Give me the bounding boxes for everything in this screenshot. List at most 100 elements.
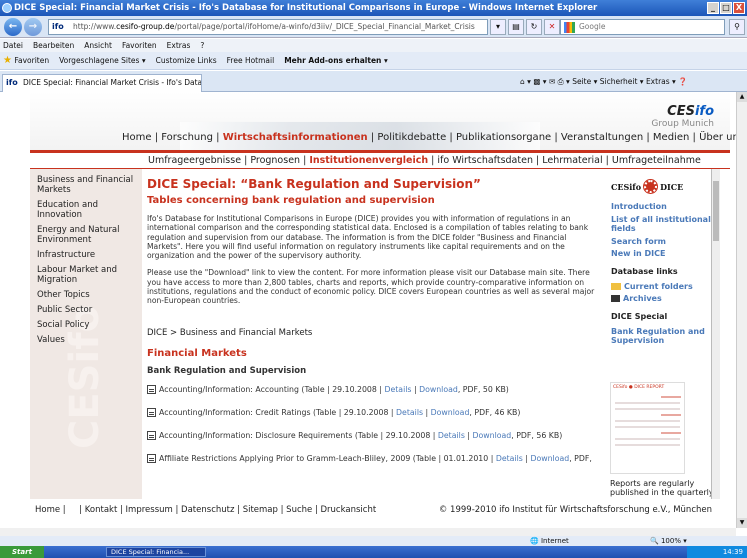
download-link[interactable]: Download <box>419 385 458 394</box>
dice-logo-right: DICE <box>660 181 684 192</box>
help-icon[interactable]: ❓ <box>678 77 687 86</box>
home-icon[interactable]: ⌂ <box>520 77 525 86</box>
link-introduction[interactable]: Introduction <box>611 202 711 212</box>
nav-veranstaltungen[interactable]: Veranstaltungen <box>561 132 643 143</box>
mail-icon[interactable]: ✉ <box>549 77 555 86</box>
cesifo-logo[interactable]: CESifo Group Munich <box>651 104 714 129</box>
scroll-thumb[interactable] <box>713 181 719 241</box>
details-link[interactable]: Details <box>496 454 523 463</box>
main-content: DICE Special: “Bank Regulation and Super… <box>147 177 595 499</box>
scroll-down-icon[interactable]: ▼ <box>737 518 747 528</box>
fav-customize[interactable]: Customize Links <box>156 52 217 69</box>
refresh-icon[interactable]: ↻ <box>526 19 542 35</box>
archive-icon <box>611 295 620 302</box>
sidebar-item-business[interactable]: Business and Financial Markets <box>37 175 137 195</box>
scroll-up-icon[interactable]: ▲ <box>737 92 747 102</box>
sidebar-item-social[interactable]: Social Policy <box>37 320 137 330</box>
subnav-prognosen[interactable]: Prognosen <box>250 155 300 166</box>
maximize-button[interactable]: □ <box>720 2 732 14</box>
menu-datei[interactable]: Datei <box>3 39 23 52</box>
link-current-folders[interactable]: Current folders <box>611 282 711 292</box>
frame-scrollbar[interactable] <box>711 169 720 499</box>
feed-icon[interactable]: ▩ <box>533 77 540 86</box>
page-scrollbar[interactable]: ▲ ▼ <box>736 92 747 528</box>
link-archives[interactable]: Archives <box>611 294 711 304</box>
dice-special-title: DICE Special <box>611 311 668 321</box>
subnav-wirtschaftsdaten[interactable]: ifo Wirtschaftsdaten <box>437 155 533 166</box>
list-item: Affiliate Restrictions Applying Prior to… <box>147 453 595 463</box>
details-link[interactable]: Details <box>384 385 411 394</box>
address-tools: ▾ ▤ ↻ ✕ <box>490 19 560 35</box>
table-icon <box>147 384 156 394</box>
nav-forschung[interactable]: Forschung <box>161 132 213 143</box>
sidebar-item-other[interactable]: Other Topics <box>37 290 137 300</box>
link-search-form[interactable]: Search form <box>611 237 711 247</box>
nav-home[interactable]: Home <box>122 132 152 143</box>
download-link[interactable]: Download <box>530 454 569 463</box>
subnav-umfrageergebnisse[interactable]: Umfrageergebnisse <box>148 155 241 166</box>
start-button[interactable]: Start <box>0 546 44 558</box>
cover-line <box>615 438 680 440</box>
table-icon <box>147 430 156 440</box>
fav-suggested[interactable]: Vorgeschlagene Sites ▾ <box>59 52 146 69</box>
internet-zone: 🌐 Internet <box>530 537 569 545</box>
subnav-lehrmaterial[interactable]: Lehrmaterial <box>542 155 602 166</box>
tab-label: DICE Special: Financial Market Crisis - … <box>23 78 202 87</box>
menu-extras[interactable]: Extras <box>167 39 191 52</box>
cover-line <box>615 408 680 410</box>
nav-divider <box>30 150 730 153</box>
sidebar-item-infrastructure[interactable]: Infrastructure <box>37 250 137 260</box>
nav-ueber-uns[interactable]: Über uns <box>699 132 736 143</box>
sidebar-item-education[interactable]: Education and Innovation <box>37 200 137 220</box>
subnav-institutionenvergleich[interactable]: Institutionenvergleich <box>309 155 428 166</box>
nav-publikationsorgane[interactable]: Publikationsorgane <box>456 132 551 143</box>
horizontal-scrollbar[interactable] <box>0 528 736 536</box>
nav-medien[interactable]: Medien <box>653 132 689 143</box>
details-link[interactable]: Details <box>438 431 465 440</box>
nav-politikdebatte[interactable]: Politikdebatte <box>377 132 446 143</box>
link-institutional-fields[interactable]: List of all institutional fields <box>611 215 711 234</box>
address-bar[interactable]: ifo http://www.cesifo-group.de/portal/pa… <box>48 19 488 35</box>
fav-addons[interactable]: Mehr Add-ons erhalten ▾ <box>284 52 388 69</box>
compat-icon[interactable]: ▤ <box>508 19 524 35</box>
sidebar-item-labour[interactable]: Labour Market and Migration <box>37 265 137 285</box>
download-link[interactable]: Download <box>473 431 512 440</box>
taskbar-item-ie[interactable]: DICE Special: Financia... <box>106 547 206 557</box>
link-bank-regulation[interactable]: Bank Regulation and Supervision <box>611 327 711 346</box>
search-icon[interactable]: ⚲ <box>729 19 745 35</box>
breadcrumb: DICE > Business and Financial Markets <box>147 327 313 338</box>
dice-report-cover[interactable]: CESifo ● DICE REPORT <box>610 382 685 474</box>
menu-help[interactable]: ? <box>200 39 204 52</box>
favorites-bar: ★ Favoriten Vorgeschlagene Sites ▾ Custo… <box>0 52 747 70</box>
dropdown-icon[interactable]: ▾ <box>490 19 506 35</box>
close-button[interactable]: X <box>733 2 745 14</box>
forward-button[interactable]: → <box>24 18 42 36</box>
link-new-in-dice[interactable]: New in DICE <box>611 249 711 259</box>
command-menus[interactable]: Seite ▾ Sicherheit ▾ Extras ▾ <box>572 77 676 86</box>
sidebar-item-energy[interactable]: Energy and Natural Environment <box>37 225 137 245</box>
details-link[interactable]: Details <box>396 408 423 417</box>
download-link[interactable]: Download <box>431 408 470 417</box>
back-button[interactable]: ← <box>4 18 22 36</box>
command-bar[interactable]: ⌂ ▾ ▩ ▾ ✉ ⎙ ▾ Seite ▾ Sicherheit ▾ Extra… <box>520 74 688 90</box>
tab-strip: ifo DICE Special: Financial Market Crisi… <box>0 71 747 92</box>
logo-subtitle: Group Munich <box>651 119 714 129</box>
favorites-button[interactable]: ★ Favoriten <box>3 52 49 69</box>
search-input[interactable]: Google <box>560 19 725 35</box>
zoom-level[interactable]: 🔍 100% ▾ <box>650 536 687 546</box>
fav-hotmail[interactable]: Free Hotmail <box>227 52 275 69</box>
minimize-button[interactable]: _ <box>707 2 719 14</box>
taskbar: Start DICE Special: Financia... 14:39 <box>0 546 747 558</box>
sidebar-item-public[interactable]: Public Sector <box>37 305 137 315</box>
google-icon <box>564 22 575 33</box>
menu-favoriten[interactable]: Favoriten <box>122 39 157 52</box>
browser-tab[interactable]: ifo DICE Special: Financial Market Crisi… <box>2 74 202 92</box>
menu-ansicht[interactable]: Ansicht <box>84 39 112 52</box>
print-icon[interactable]: ⎙ <box>558 77 564 86</box>
menu-bearbeiten[interactable]: Bearbeiten <box>33 39 74 52</box>
sidebar-item-values[interactable]: Values <box>37 335 137 345</box>
subnav-umfrageteilnahme[interactable]: Umfrageteilnahme <box>612 155 701 166</box>
footer-links[interactable]: Home | | Kontakt | Impressum | Datenschu… <box>35 503 376 517</box>
stop-icon[interactable]: ✕ <box>544 19 560 35</box>
nav-wirtschaftsinformationen[interactable]: Wirtschaftsinformationen <box>223 132 368 143</box>
